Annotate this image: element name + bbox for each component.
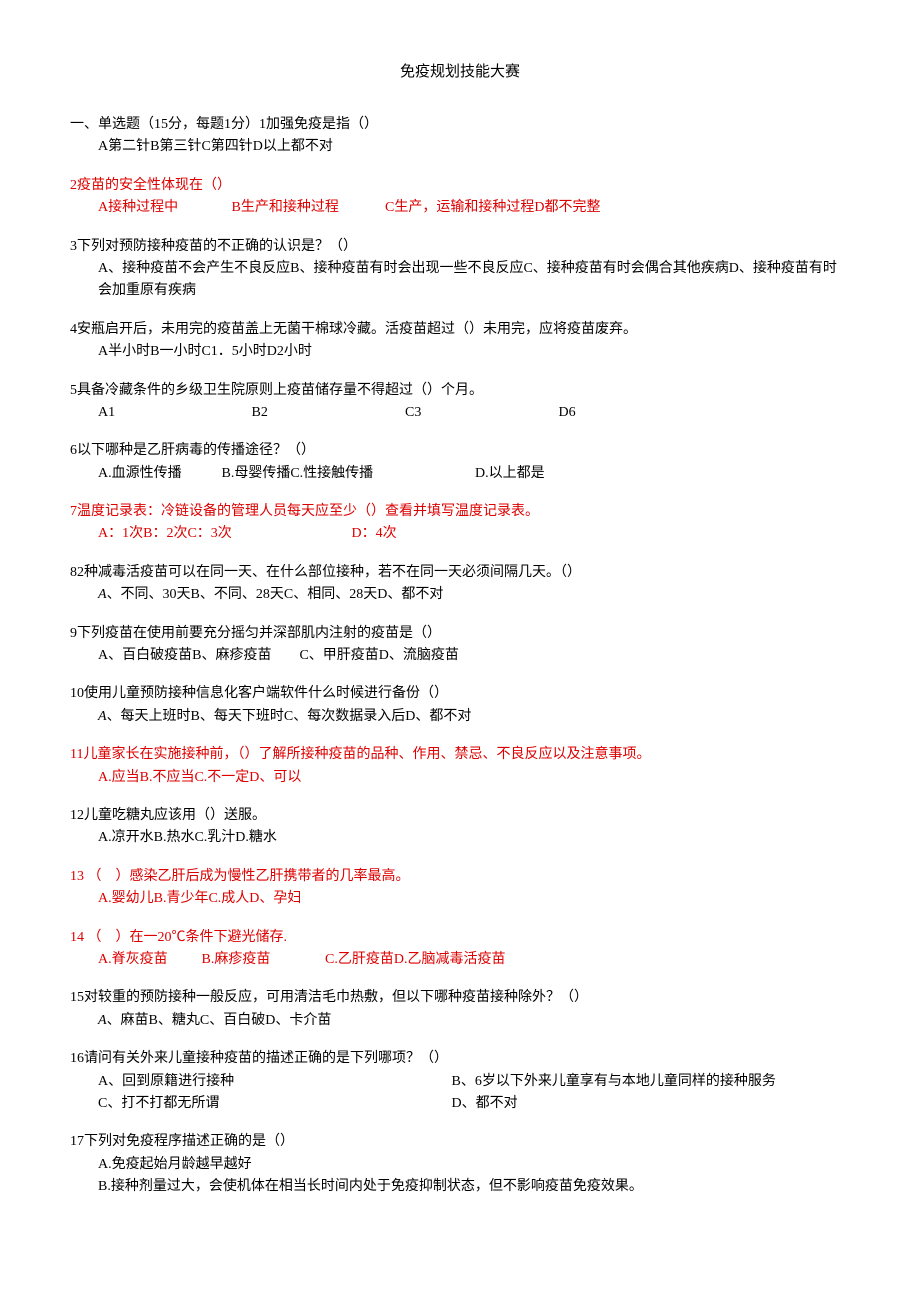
q14-opt-a: A.脊灰疫苗 xyxy=(98,949,198,971)
q10-opt-a-prefix: A xyxy=(98,709,107,724)
q2-options: A接种过程中 B生产和接种过程 C生产，运输和接种过程D都不完整 xyxy=(70,197,850,219)
question-16: 16请问有关外来儿童接种疫苗的描述正确的是下列哪项？（） A、回到原籍进行接种 … xyxy=(70,1048,850,1115)
q6-opt-b: B.母婴传播C.性接触传播 xyxy=(222,463,472,485)
q16-opt-b: B、6岁以下外来儿童享有与本地儿童同样的接种服务 xyxy=(452,1071,776,1093)
question-4: 4安瓶启开后，未用完的疫苗盖上无菌干棉球冷藏。活疫苗超过（）未用完，应将疫苗废弃… xyxy=(70,319,850,364)
q16-opt-a: A、回到原籍进行接种 xyxy=(98,1071,448,1093)
q2-text: 2疫苗的安全性体现在（） xyxy=(70,175,850,197)
q8-text: 82种减毒活疫苗可以在同一天、在什么部位接种，若不在同一天必须间隔几天。（） xyxy=(70,562,850,584)
page-title: 免疫规划技能大赛 xyxy=(70,60,850,84)
question-11: 11儿童家长在实施接种前，（）了解所接种疫苗的品种、作用、禁忌、不良反应以及注意… xyxy=(70,744,850,789)
q3-options: A、接种疫苗不会产生不良反应B、接种疫苗有时会出现一些不良反应C、接种疫苗有时会… xyxy=(70,258,850,303)
q15-options: A、麻苗B、糖丸C、百白破D、卡介苗 xyxy=(70,1010,850,1032)
question-3: 3下列对预防接种疫苗的不正确的认识是？（） A、接种疫苗不会产生不良反应B、接种… xyxy=(70,236,850,303)
section-header: 一、单选题（15分，每题1分） xyxy=(70,117,259,132)
q8-options: A、不同、30天B、不同、28天C、相同、28天D、都不对 xyxy=(70,584,850,606)
q16-opt-d: D、都不对 xyxy=(452,1093,518,1115)
q8-opt-a-prefix: A xyxy=(98,587,107,602)
q2-opt-b: B生产和接种过程 xyxy=(232,197,382,219)
q5-opt-a: A1 xyxy=(98,402,248,424)
q7-text: 7温度记录表：冷链设备的管理人员每天应至少（）查看并填写温度记录表。 xyxy=(70,501,850,523)
q5-text: 5具备冷藏条件的乡级卫生院原则上疫苗储存量不得超过（）个月。 xyxy=(70,380,850,402)
q15-text: 15对较重的预防接种一般反应，可用清洁毛巾热敷，但以下哪种疫苗接种除外？（） xyxy=(70,987,850,1009)
q16-opt-c: C、打不打都无所谓 xyxy=(98,1093,448,1115)
q10-opt-rest: 、每天上班时B、每天下班时C、每次数据录入后D、都不对 xyxy=(107,709,472,724)
question-2: 2疫苗的安全性体现在（） A接种过程中 B生产和接种过程 C生产，运输和接种过程… xyxy=(70,175,850,220)
question-17: 17下列对免疫程序描述正确的是（） A.免疫起始月龄越早越好 B.接种剂量过大，… xyxy=(70,1131,850,1198)
q6-options: A.血源性传播 B.母婴传播C.性接触传播 D.以上都是 xyxy=(70,463,850,485)
q14-opt-b: B.麻疹疫苗 xyxy=(202,949,322,971)
q17-opt-b: B.接种剂量过大，会使机体在相当长时间内处于免疫抑制状态，但不影响疫苗免疫效果。 xyxy=(70,1176,850,1198)
q17-opt-a: A.免疫起始月龄越早越好 xyxy=(70,1154,850,1176)
question-8: 82种减毒活疫苗可以在同一天、在什么部位接种，若不在同一天必须间隔几天。（） A… xyxy=(70,562,850,607)
q15-opt-rest: 、麻苗B、糖丸C、百白破D、卡介苗 xyxy=(107,1013,332,1028)
q2-opt-c: C生产，运输和接种过程D都不完整 xyxy=(385,197,600,219)
q4-text: 4安瓶启开后，未用完的疫苗盖上无菌干棉球冷藏。活疫苗超过（）未用完，应将疫苗废弃… xyxy=(70,319,850,341)
question-5: 5具备冷藏条件的乡级卫生院原则上疫苗储存量不得超过（）个月。 A1 B2 C3 … xyxy=(70,380,850,425)
q11-text: 11儿童家长在实施接种前，（）了解所接种疫苗的品种、作用、禁忌、不良反应以及注意… xyxy=(70,744,850,766)
q2-opt-a: A接种过程中 xyxy=(98,197,228,219)
q5-opt-c: C3 xyxy=(405,402,555,424)
question-6: 6以下哪种是乙肝病毒的传播途径？（） A.血源性传播 B.母婴传播C.性接触传播… xyxy=(70,440,850,485)
q6-opt-a: A.血源性传播 xyxy=(98,463,218,485)
q14-text: 14 （ ）在一20℃条件下避光储存. xyxy=(70,927,850,949)
q13-options: A.婴幼儿B.青少年C.成人D、孕妇 xyxy=(70,888,850,910)
q9-text: 9下列疫苗在使用前要充分摇匀并深部肌内注射的疫苗是（） xyxy=(70,623,850,645)
question-15: 15对较重的预防接种一般反应，可用清洁毛巾热敷，但以下哪种疫苗接种除外？（） A… xyxy=(70,987,850,1032)
q8-opt-rest: 、不同、30天B、不同、28天C、相同、28天D、都不对 xyxy=(107,587,444,602)
question-10: 10使用儿童预防接种信息化客户端软件什么时候进行备份（） A、每天上班时B、每天… xyxy=(70,683,850,728)
q17-text: 17下列对免疫程序描述正确的是（） xyxy=(70,1131,850,1153)
q9-options: A、百白破疫苗B、麻疹疫苗 C、甲肝疫苗D、流脑疫苗 xyxy=(70,645,850,667)
q3-text: 3下列对预防接种疫苗的不正确的认识是？（） xyxy=(70,236,850,258)
q7-opt-d: D：4次 xyxy=(352,523,397,545)
q4-options: A半小时B一小时C1．5小时D2小时 xyxy=(70,341,850,363)
question-14: 14 （ ）在一20℃条件下避光储存. A.脊灰疫苗 B.麻疹疫苗 C.乙肝疫苗… xyxy=(70,927,850,972)
question-9: 9下列疫苗在使用前要充分摇匀并深部肌内注射的疫苗是（） A、百白破疫苗B、麻疹疫… xyxy=(70,623,850,668)
question-12: 12儿童吃糖丸应该用（）送服。 A.凉开水B.热水C.乳汁D.糖水 xyxy=(70,805,850,850)
q10-text: 10使用儿童预防接种信息化客户端软件什么时候进行备份（） xyxy=(70,683,850,705)
q14-opt-c: C.乙肝疫苗D.乙脑减毒活疫苗 xyxy=(325,949,505,971)
q16-options-row2: C、打不打都无所谓 D、都不对 xyxy=(70,1093,850,1115)
q16-options-row1: A、回到原籍进行接种 B、6岁以下外来儿童享有与本地儿童同样的接种服务 xyxy=(70,1071,850,1093)
q1-text: 1加强免疫是指（） xyxy=(259,117,378,132)
q14-options: A.脊灰疫苗 B.麻疹疫苗 C.乙肝疫苗D.乙脑减毒活疫苗 xyxy=(70,949,850,971)
q5-opt-d: D6 xyxy=(559,402,576,424)
question-7: 7温度记录表：冷链设备的管理人员每天应至少（）查看并填写温度记录表。 A：1次B… xyxy=(70,501,850,546)
q13-text: 13 （ ）感染乙肝后成为慢性乙肝携带者的几率最高。 xyxy=(70,866,850,888)
q12-options: A.凉开水B.热水C.乳汁D.糖水 xyxy=(70,827,850,849)
q6-opt-d: D.以上都是 xyxy=(475,463,545,485)
question-1: 一、单选题（15分，每题1分）1加强免疫是指（） A第二针B第三针C第四针D以上… xyxy=(70,114,850,159)
q10-options: A、每天上班时B、每天下班时C、每次数据录入后D、都不对 xyxy=(70,706,850,728)
q11-options: A.应当B.不应当C.不一定D、可以 xyxy=(70,767,850,789)
q5-opt-b: B2 xyxy=(252,402,402,424)
q15-opt-a-prefix: A xyxy=(98,1013,107,1028)
question-13: 13 （ ）感染乙肝后成为慢性乙肝携带者的几率最高。 A.婴幼儿B.青少年C.成… xyxy=(70,866,850,911)
q16-text: 16请问有关外来儿童接种疫苗的描述正确的是下列哪项？（） xyxy=(70,1048,850,1070)
q6-text: 6以下哪种是乙肝病毒的传播途径？（） xyxy=(70,440,850,462)
q7-options: A：1次B：2次C：3次 D：4次 xyxy=(70,523,850,545)
q1-options: A第二针B第三针C第四针D以上都不对 xyxy=(70,136,850,158)
q7-opt-abc: A：1次B：2次C：3次 xyxy=(98,523,348,545)
q12-text: 12儿童吃糖丸应该用（）送服。 xyxy=(70,805,850,827)
q5-options: A1 B2 C3 D6 xyxy=(70,402,850,424)
